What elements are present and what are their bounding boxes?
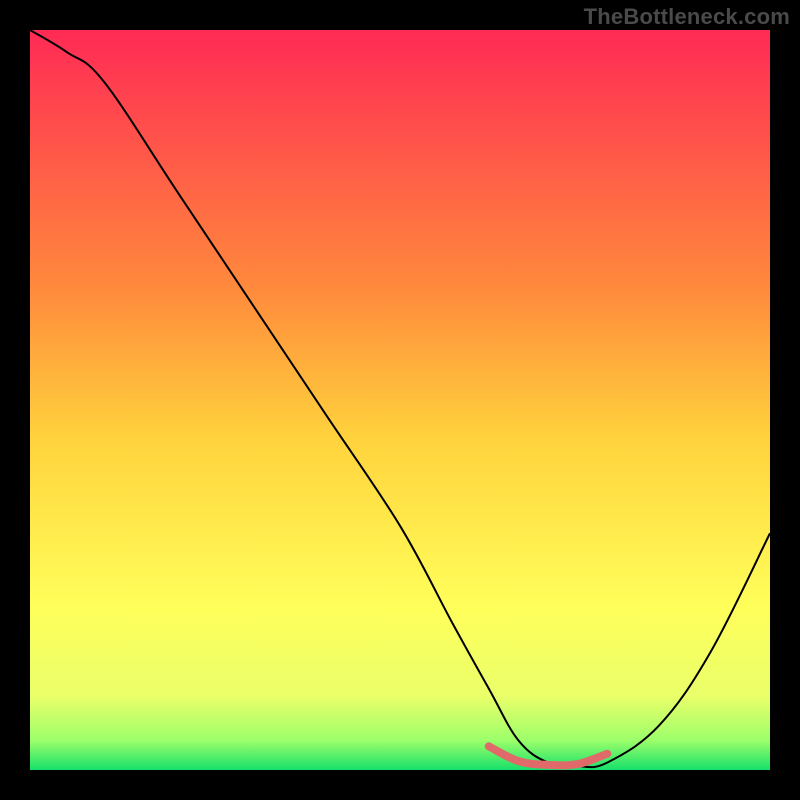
- chart-container: TheBottleneck.com: [0, 0, 800, 800]
- watermark-text: TheBottleneck.com: [584, 4, 790, 30]
- gradient-background: [30, 30, 770, 770]
- chart-area: [30, 30, 770, 770]
- chart-svg: [30, 30, 770, 770]
